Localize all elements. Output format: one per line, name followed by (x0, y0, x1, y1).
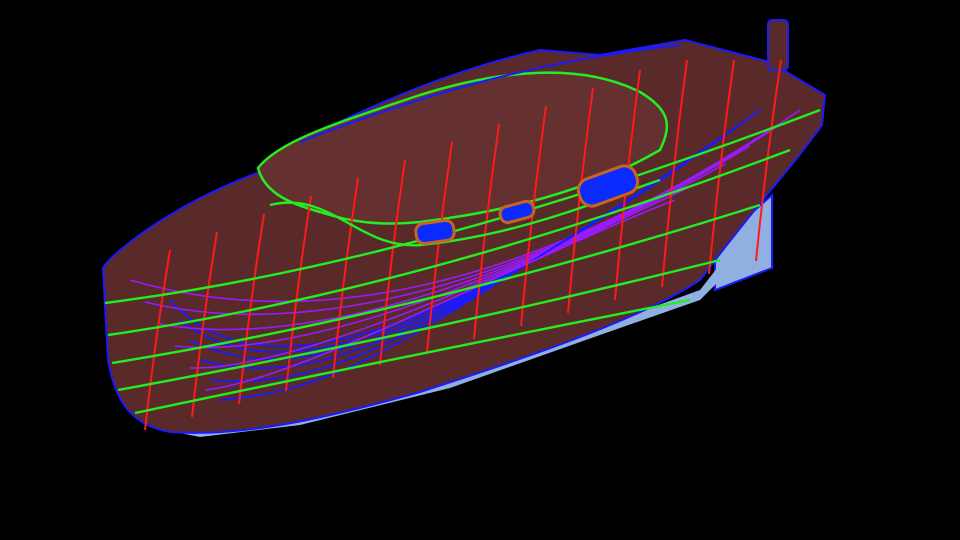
porthole (414, 218, 456, 246)
boat-render (0, 0, 960, 540)
mast-stub (767, 19, 789, 71)
